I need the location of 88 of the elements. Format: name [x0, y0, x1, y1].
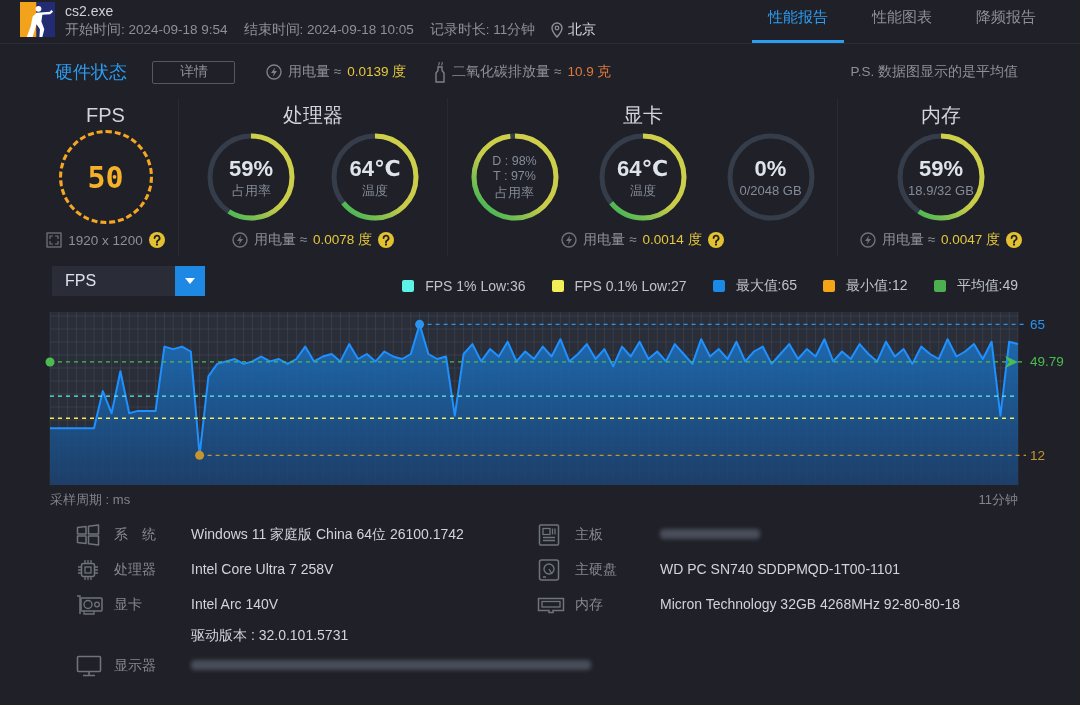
co2-value: 10.9 克	[567, 63, 612, 81]
reference-line-label: 12	[1030, 447, 1046, 463]
fps-counter: 50	[58, 130, 153, 224]
location-pin-icon	[551, 22, 564, 38]
gauge-caption: 18.9/32 GB	[908, 181, 974, 199]
energy-label: 用电量 ≈	[253, 231, 308, 249]
section-title: 硬件状态	[55, 61, 127, 84]
info-label: 系 统	[114, 525, 157, 544]
motherboard-icon	[537, 523, 561, 546]
details-button[interactable]: 详情	[152, 60, 235, 84]
lightning-icon	[561, 232, 578, 248]
graphics-card-icon	[76, 593, 104, 616]
metric-select[interactable]: FPS	[52, 266, 205, 296]
gauge-value: 64℃	[349, 155, 401, 182]
game-icon	[20, 2, 55, 37]
gauge-value: 64℃	[616, 155, 669, 182]
info-value: Windows 11 家庭版 China 64位 26100.1742	[191, 525, 464, 544]
info-label: 处理器	[114, 560, 157, 579]
gauge-reading: T : 97%	[493, 168, 536, 184]
gauge-reading: D : 98%	[492, 153, 537, 169]
point-marker-icon	[415, 319, 425, 329]
reference-line-label: 65	[1030, 316, 1046, 332]
energy-label: 用电量 ≈	[881, 231, 936, 249]
legend-label: 最小值:12	[846, 277, 908, 295]
tab[interactable]: 性能图表	[856, 0, 948, 43]
lightning-icon	[266, 64, 282, 80]
gauge-caption: 温度	[362, 181, 388, 199]
energy-label: 用电量 ≈	[288, 63, 342, 81]
tab[interactable]: 降频报告	[960, 0, 1052, 43]
info-value: WD PC SN740 SDDPMQD-1T00-1101	[660, 560, 901, 579]
windows-logo-icon	[76, 523, 100, 546]
energy-value: 0.0139 度	[347, 63, 407, 81]
chip-icon	[76, 558, 100, 581]
start-time: 开始时间: 2024-09-18 9:54	[65, 21, 228, 39]
legend-label: FPS 0.1% Low:27	[574, 278, 687, 294]
help-icon[interactable]	[1006, 232, 1023, 248]
panel-title: FPS	[86, 103, 125, 127]
point-marker-icon	[45, 357, 55, 367]
co2-label: 二氧化碳排放量 ≈	[452, 63, 562, 81]
hard-drive-icon	[537, 558, 561, 581]
info-label: 主硬盘	[575, 560, 618, 579]
point-marker-icon	[195, 450, 205, 460]
info-value: Intel Arc 140V	[191, 595, 279, 614]
info-detail: 驱动版本 : 32.0.101.5731	[191, 626, 349, 645]
gauge-caption: 0/2048 GB	[739, 181, 802, 199]
chimney-icon	[434, 61, 447, 83]
dropdown-button[interactable]	[175, 266, 205, 296]
info-label: 主板	[575, 525, 604, 544]
info-value: Micron Technology 32GB 4268MHz 92-80-80-18	[660, 595, 961, 614]
axis-label: 采样周期 : ms	[50, 492, 131, 508]
energy-label: 用电量 ≈	[583, 231, 637, 249]
gauge-value: 59%	[228, 155, 273, 182]
tab[interactable]: 性能报告	[752, 0, 844, 43]
gauge-caption: 占用率	[495, 183, 534, 201]
note-text: P.S. 数据图显示的是平均值	[850, 63, 1018, 81]
panel-title: 显卡	[622, 103, 663, 127]
gauge-caption: 温度	[629, 181, 656, 199]
process-name: cs2.exe	[65, 2, 114, 20]
lightning-icon	[859, 232, 876, 248]
monitor-icon	[76, 654, 102, 677]
duration: 记录时长: 11分钟	[429, 21, 536, 39]
resolution-text: 1920 x 1200	[68, 232, 143, 248]
info-label: 显示器	[114, 656, 157, 675]
legend-label: 最大值:65	[735, 277, 798, 295]
lightning-icon	[231, 232, 248, 248]
location: 北京	[568, 21, 597, 39]
help-icon[interactable]	[148, 232, 165, 248]
energy-value: 0.0078 度	[313, 231, 373, 249]
reference-line-label: 49.79	[1030, 354, 1064, 370]
end-time: 结束时间: 2024-09-18 10:05	[243, 21, 414, 39]
panel-title: 处理器	[283, 103, 343, 127]
energy-value: 0.0014 度	[642, 231, 702, 249]
help-icon[interactable]	[378, 232, 395, 248]
caret-icon	[185, 278, 195, 284]
gauge-value: 59%	[918, 155, 963, 182]
panel-title: 内存	[921, 103, 961, 127]
gauge-value: 0%	[754, 155, 787, 182]
fullscreen-icon	[46, 232, 63, 248]
arrow-icon	[1005, 355, 1018, 368]
info-label: 内存	[575, 595, 604, 614]
energy-value: 0.0047 度	[941, 231, 1001, 249]
axis-end-label: 11分钟	[978, 492, 1018, 508]
info-label: 显卡	[114, 595, 143, 614]
help-icon[interactable]	[707, 232, 724, 248]
gauge-caption: 占用率	[231, 181, 271, 199]
legend-label: 平均值:49	[956, 277, 1018, 295]
info-value: Intel Core Ultra 7 258V	[191, 560, 334, 579]
legend-label: FPS 1% Low:36	[425, 278, 526, 294]
